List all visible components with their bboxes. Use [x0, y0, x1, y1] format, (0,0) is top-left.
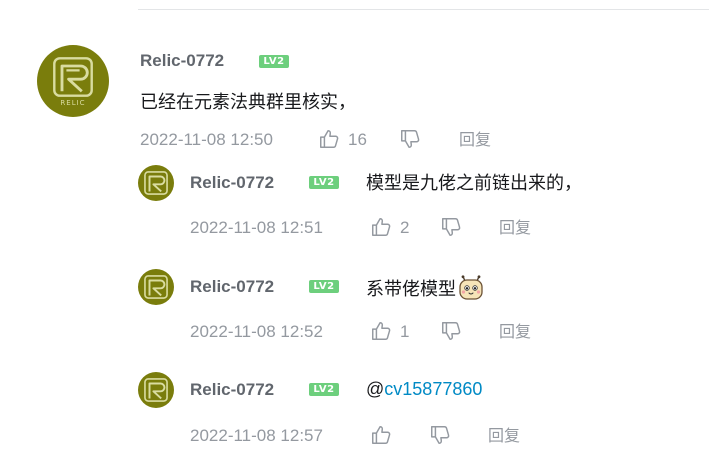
- relic-logo-icon: [144, 171, 168, 195]
- level-badge: LV2: [309, 176, 339, 189]
- reply-text: 模型是九佬之前链出来的，: [366, 173, 582, 193]
- reply-button[interactable]: 回复: [488, 427, 520, 447]
- thumb-up-icon[interactable]: [370, 216, 392, 238]
- username[interactable]: Relic-0772: [140, 51, 224, 71]
- reply-time: 2022-11-08 12:52: [190, 322, 323, 341]
- mention-prefix: @: [366, 379, 385, 399]
- relic-logo-icon: [144, 275, 168, 299]
- reply-time: 2022-11-08 12:57: [190, 426, 323, 445]
- avatar[interactable]: [138, 269, 174, 305]
- reply-button[interactable]: 回复: [499, 219, 531, 239]
- avatar[interactable]: [138, 372, 174, 408]
- like-count: 16: [348, 130, 367, 149]
- avatar[interactable]: RELIC: [37, 45, 109, 117]
- article-link[interactable]: cv15877860: [384, 379, 482, 399]
- cute-face-emoji-icon: [459, 275, 483, 300]
- reply-button[interactable]: 回复: [499, 323, 531, 343]
- thumb-down-icon[interactable]: [440, 320, 462, 342]
- level-badge: LV2: [309, 280, 339, 293]
- reply-text: 系带佬模型: [366, 275, 484, 301]
- thumb-down-icon[interactable]: [399, 128, 421, 150]
- thumb-down-icon[interactable]: [440, 216, 462, 238]
- level-badge: LV2: [259, 55, 289, 68]
- reply-text-body: 系带佬模型: [366, 279, 456, 299]
- comment-time: 2022-11-08 12:50: [140, 130, 273, 149]
- username[interactable]: Relic-0772: [190, 277, 274, 297]
- thumb-down-icon[interactable]: [429, 424, 451, 446]
- like-count: 1: [400, 322, 410, 341]
- divider: [138, 9, 709, 10]
- reply-text: @cv15877860: [366, 378, 482, 400]
- like-count: 2: [400, 218, 410, 237]
- avatar-text: RELIC: [60, 99, 86, 107]
- username[interactable]: Relic-0772: [190, 380, 274, 400]
- comment-text: 已经在元素法典群里核实，: [140, 92, 356, 112]
- thumb-up-icon[interactable]: [318, 128, 340, 150]
- reply-button[interactable]: 回复: [459, 131, 491, 151]
- relic-logo-icon: [144, 378, 168, 402]
- thumb-up-icon[interactable]: [370, 320, 392, 342]
- relic-logo-icon: [53, 57, 93, 97]
- thumb-up-icon[interactable]: [370, 424, 392, 446]
- reply-time: 2022-11-08 12:51: [190, 218, 323, 237]
- username[interactable]: Relic-0772: [190, 173, 274, 193]
- avatar[interactable]: [138, 165, 174, 201]
- level-badge: LV2: [309, 383, 339, 396]
